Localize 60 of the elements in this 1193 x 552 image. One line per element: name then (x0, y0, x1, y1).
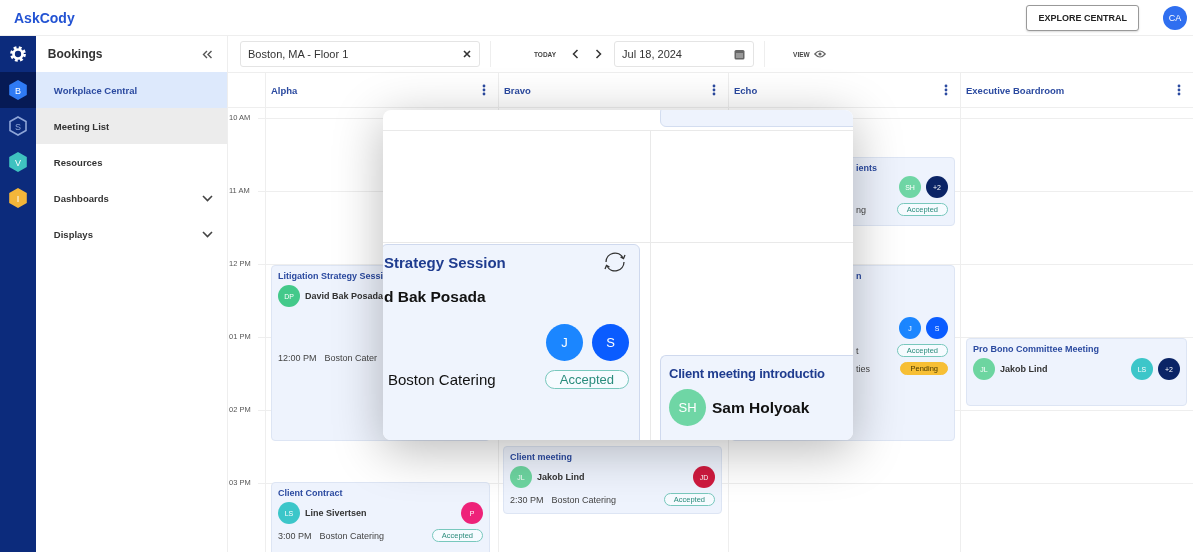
host-name: Sam Holyoak (712, 398, 810, 417)
close-icon[interactable] (463, 50, 471, 58)
app-switch-button[interactable]: B (0, 72, 36, 108)
hexagon-icon: V (7, 152, 28, 172)
avatar: J (546, 324, 583, 361)
eye-icon (813, 50, 826, 58)
host-name: Jakob Lind (537, 472, 585, 482)
hexagon-icon: B (7, 80, 28, 100)
event-location: Boston Catering (319, 530, 385, 541)
host-name: Line Sivertsen (305, 508, 367, 518)
event-title: Litigation Strategy Sessi (278, 271, 385, 281)
app-switch-button[interactable]: S (0, 108, 36, 144)
host-name: Jakob Lind (1000, 364, 1048, 374)
column-header: Executive Boardroom (966, 84, 1065, 96)
sidebar-item[interactable]: Meeting List (35, 108, 227, 144)
event-title: Client meeting (510, 452, 573, 462)
avatar: S (592, 324, 629, 361)
sidebar-item[interactable]: Resources (35, 144, 227, 180)
hexagon-icon: I (7, 188, 28, 208)
event-location: Boston Catering (551, 494, 617, 505)
event-title: n (856, 271, 863, 281)
event-title: Client Contract (278, 488, 344, 498)
event-card[interactable]: Strategy Session d Bak Posada J S Boston Catering Accepted (383, 244, 640, 440)
event-title: Pro Bono Committee Meeting (973, 344, 1100, 354)
sidebar-item[interactable]: Workplace Central (35, 72, 227, 108)
more-icon[interactable] (1177, 84, 1181, 96)
host-name: David Bak Posada (305, 291, 384, 301)
sidebar-item[interactable]: Dashboards (35, 180, 227, 216)
event-location: Boston Cater (324, 353, 378, 363)
sidebar-item[interactable]: Displays (35, 216, 227, 252)
sidebar-title: Bookings (47, 47, 103, 61)
calendar-icon (734, 48, 746, 60)
event-title: Client meeting introductio (669, 366, 825, 381)
event-time: 3:00 PM (278, 530, 312, 541)
logo: AskCody (14, 9, 75, 26)
host-name: d Bak Posada (384, 288, 487, 306)
user-avatar[interactable]: CA (1163, 5, 1187, 30)
event-detail: ties (856, 363, 870, 374)
collapse-icon[interactable] (202, 49, 213, 59)
event-title: ients (856, 163, 878, 173)
next-icon[interactable] (595, 49, 603, 59)
column-header: Alpha (271, 84, 298, 96)
event-time: 12:00 PM (278, 353, 317, 363)
settings-icon (8, 45, 27, 63)
more-icon[interactable] (944, 84, 948, 96)
more-icon[interactable] (482, 84, 486, 96)
explore-central-button[interactable]: EXPLORE CENTRAL (1026, 4, 1139, 31)
avatar: SH (669, 389, 706, 426)
previous-icon[interactable] (572, 49, 580, 59)
more-icon[interactable] (712, 84, 716, 96)
hexagon-icon: S (7, 116, 28, 136)
column-header: Echo (734, 84, 758, 96)
event-time: 2:30 PM (510, 494, 544, 505)
date-field[interactable]: Jul 18, 2024 (614, 41, 755, 67)
event-detail: t (856, 345, 859, 356)
event-card[interactable]: Client meeting introductio SH Sam Holyoak (660, 355, 853, 440)
event-detail: ng (856, 204, 866, 215)
status-badge: Accepted (544, 370, 629, 389)
location-field[interactable]: Boston, MA - Floor 1 (240, 41, 480, 67)
column-header: Bravo (504, 84, 531, 96)
